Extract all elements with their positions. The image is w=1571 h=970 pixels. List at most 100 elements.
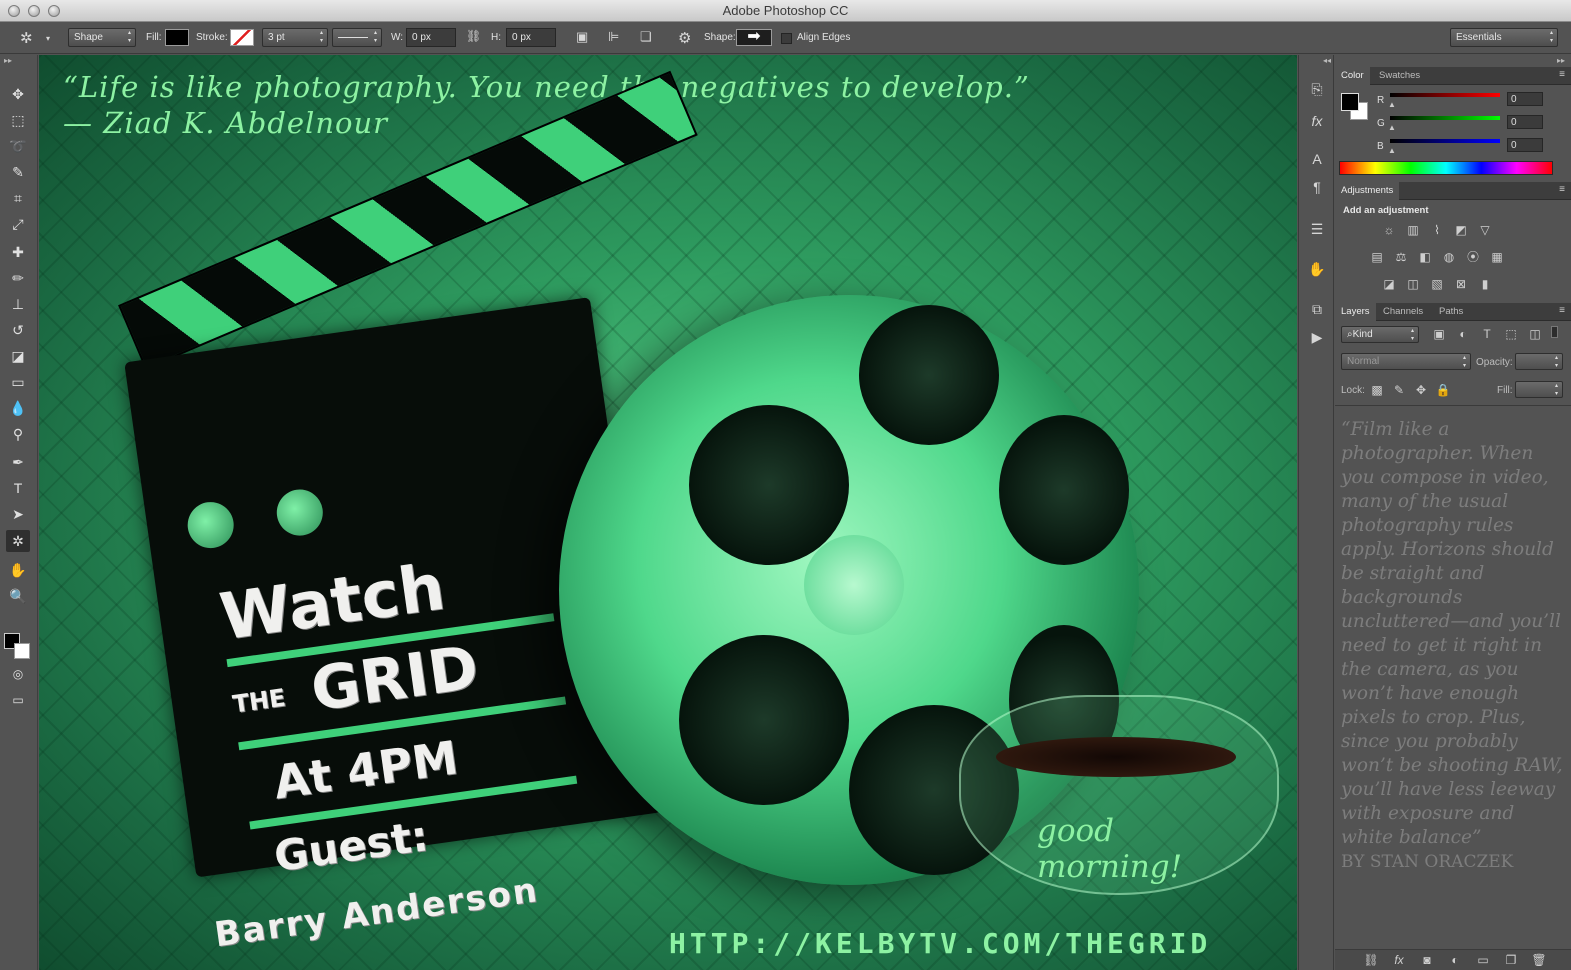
lock-image-icon[interactable]: ✎ (1391, 383, 1407, 397)
invert-icon[interactable]: ◪ (1381, 277, 1397, 291)
dodge-tool-icon[interactable]: ⚲ (6, 423, 30, 445)
crop-tool-icon[interactable]: ⌗ (6, 187, 30, 209)
brightness-contrast-icon[interactable]: ☼ (1381, 223, 1397, 237)
height-field[interactable]: 0 px (506, 28, 556, 47)
filter-shape-icon[interactable]: ⬚ (1503, 327, 1519, 341)
gradient-map-icon[interactable]: ▮ (1477, 277, 1493, 291)
panel-menu-icon[interactable]: ≡ (1559, 184, 1565, 195)
filter-adjustment-icon[interactable]: ◐ (1455, 327, 1471, 341)
collapse-panel-icon[interactable]: ▸▸ (1557, 56, 1565, 65)
history-brush-tool-icon[interactable]: ↺ (6, 319, 30, 341)
r-channel-slider[interactable] (1390, 93, 1500, 97)
quick-select-tool-icon[interactable]: ✎ (6, 161, 30, 183)
tab-channels[interactable]: Channels (1377, 303, 1429, 321)
path-alignment-icon[interactable]: ⊫ (608, 29, 619, 45)
lock-all-icon[interactable]: 🔒 (1435, 383, 1451, 397)
gear-icon[interactable]: ⚙ (678, 29, 691, 47)
panel-menu-icon[interactable]: ≡ (1559, 305, 1565, 316)
g-channel-slider[interactable] (1390, 116, 1500, 120)
custom-shape-tool-preset-icon[interactable]: ✲ (20, 29, 33, 47)
new-group-icon[interactable]: ▭ (1475, 953, 1491, 967)
chevron-down-icon[interactable]: ▾ (46, 34, 50, 43)
filter-smart-object-icon[interactable]: ◫ (1527, 327, 1543, 341)
styles-panel-icon[interactable]: fx (1307, 111, 1327, 131)
pen-tool-icon[interactable]: ✒ (6, 451, 30, 473)
black-white-icon[interactable]: ◧ (1417, 250, 1433, 264)
opacity-field[interactable] (1515, 353, 1563, 370)
tab-layers[interactable]: Layers (1335, 303, 1376, 321)
move-tool-icon[interactable]: ✥ (6, 83, 30, 105)
quick-mask-icon[interactable]: ◎ (6, 663, 30, 685)
background-color-swatch[interactable] (14, 643, 30, 659)
blur-tool-icon[interactable]: 💧 (6, 397, 30, 419)
clone-stamp-tool-icon[interactable]: ⊥ (6, 293, 30, 315)
path-arrangement-icon[interactable]: ❏ (640, 29, 652, 45)
color-foreground-swatch[interactable] (1341, 93, 1359, 111)
add-layer-style-icon[interactable]: fx (1391, 953, 1407, 967)
shape-picker[interactable]: ➡ (736, 29, 772, 46)
filter-pixel-icon[interactable]: ▣ (1431, 327, 1447, 341)
tab-color[interactable]: Color (1335, 67, 1370, 85)
eraser-tool-icon[interactable]: ◪ (6, 345, 30, 367)
threshold-icon[interactable]: ▧ (1429, 277, 1445, 291)
character-panel-icon[interactable]: A (1307, 149, 1327, 169)
delete-layer-icon[interactable]: 🗑 (1531, 953, 1547, 967)
screen-mode-icon[interactable]: ▭ (6, 689, 30, 711)
slider-thumb-icon[interactable]: ▲ (1388, 146, 1396, 155)
brush-tool-icon[interactable]: ✏ (6, 267, 30, 289)
fill-field[interactable] (1515, 381, 1563, 398)
posterize-icon[interactable]: ◫ (1405, 277, 1421, 291)
layer-filter-select[interactable]: ⌕Kind (1341, 326, 1419, 343)
color-balance-icon[interactable]: ⚖ (1393, 250, 1409, 264)
width-field[interactable]: 0 px (406, 28, 456, 47)
new-adjustment-layer-icon[interactable]: ◐ (1447, 953, 1463, 967)
add-mask-icon[interactable]: ◙ (1419, 953, 1435, 967)
tool-mode-select[interactable]: Shape (68, 28, 136, 47)
lock-transparent-icon[interactable]: ▩ (1369, 383, 1385, 397)
photo-filter-icon[interactable]: ◍ (1441, 250, 1457, 264)
link-layers-icon[interactable]: ⛓ (1363, 953, 1379, 967)
curves-icon[interactable]: ⌇ (1429, 223, 1445, 237)
gradient-tool-icon[interactable]: ▭ (6, 371, 30, 393)
color-ramp[interactable] (1339, 161, 1553, 175)
panel-menu-icon[interactable]: ≡ (1559, 69, 1565, 80)
exposure-icon[interactable]: ◩ (1453, 223, 1469, 237)
b-channel-slider[interactable] (1390, 139, 1500, 143)
tab-paths[interactable]: Paths (1433, 303, 1469, 321)
b-channel-value[interactable]: 0 (1507, 138, 1543, 152)
link-icon[interactable]: ⛓ (466, 29, 481, 43)
vibrance-icon[interactable]: ▽ (1477, 223, 1493, 237)
marquee-tool-icon[interactable]: ⬚ (6, 109, 30, 131)
workspace-select[interactable]: Essentials (1450, 28, 1558, 47)
custom-shape-tool-icon[interactable]: ✲ (6, 530, 30, 552)
lock-position-icon[interactable]: ✥ (1413, 383, 1429, 397)
slider-thumb-icon[interactable]: ▲ (1388, 123, 1396, 132)
align-edges-checkbox[interactable] (781, 33, 792, 44)
selective-color-icon[interactable]: ⊠ (1453, 277, 1469, 291)
type-tool-icon[interactable]: T (6, 477, 30, 499)
g-channel-value[interactable]: 0 (1507, 115, 1543, 129)
channel-mixer-icon[interactable]: ⦿ (1465, 250, 1481, 264)
history-panel-icon[interactable]: ⎘ (1307, 79, 1327, 99)
path-select-tool-icon[interactable]: ➤ (6, 503, 30, 525)
lasso-tool-icon[interactable]: ➰ (6, 135, 30, 157)
tab-adjustments[interactable]: Adjustments (1335, 182, 1400, 200)
document-canvas[interactable]: “Life is like photography. You need the … (39, 55, 1297, 970)
healing-brush-tool-icon[interactable]: ✚ (6, 241, 30, 263)
clone-source-panel-icon[interactable]: ⧉ (1307, 299, 1327, 319)
actions-play-icon[interactable]: ▶ (1307, 327, 1327, 347)
r-channel-value[interactable]: 0 (1507, 92, 1543, 106)
collapse-panel-icon[interactable]: ▸▸ (4, 56, 12, 65)
stroke-type-select[interactable] (332, 28, 382, 47)
fill-swatch[interactable] (165, 29, 189, 46)
slider-thumb-icon[interactable]: ▲ (1388, 100, 1396, 109)
color-lookup-icon[interactable]: ▦ (1489, 250, 1505, 264)
filter-toggle[interactable] (1551, 326, 1558, 338)
new-layer-icon[interactable]: ❐ (1503, 953, 1519, 967)
levels-icon[interactable]: ▥ (1405, 223, 1421, 237)
eyedropper-tool-icon[interactable]: ⤢ (6, 213, 30, 235)
blend-mode-select[interactable]: Normal (1341, 353, 1471, 370)
expand-panels-icon[interactable]: ◂◂ (1323, 56, 1331, 65)
filter-type-icon[interactable]: T (1479, 327, 1495, 341)
brush-presets-panel-icon[interactable]: ✋ (1307, 259, 1327, 279)
